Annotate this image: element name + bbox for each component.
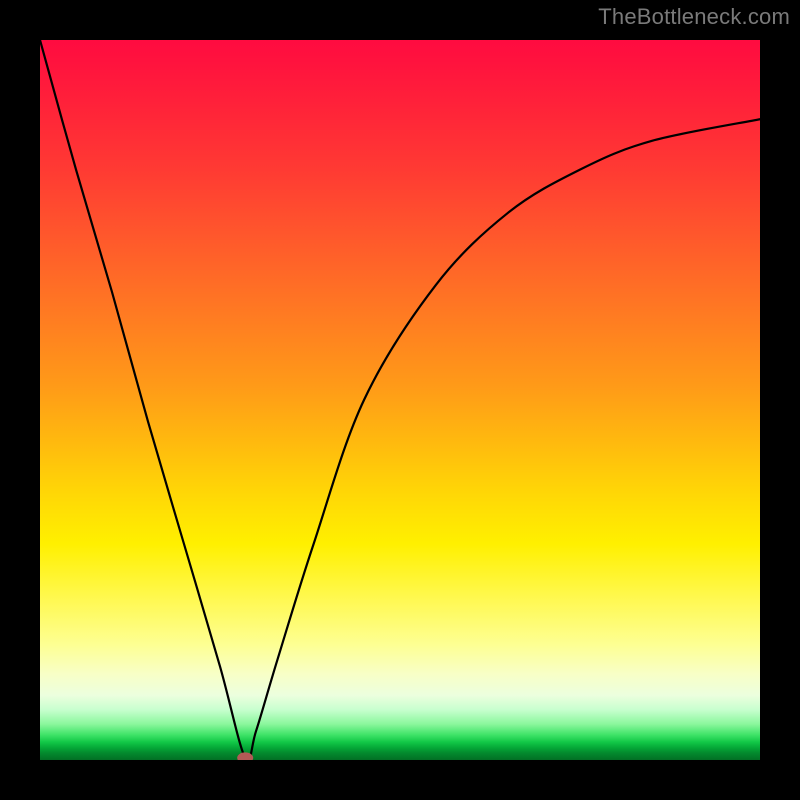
chart-frame: TheBottleneck.com bbox=[0, 0, 800, 800]
watermark-text: TheBottleneck.com bbox=[598, 4, 790, 30]
plot-area bbox=[40, 40, 760, 760]
curve-svg bbox=[40, 40, 760, 760]
bottleneck-curve bbox=[40, 40, 760, 760]
